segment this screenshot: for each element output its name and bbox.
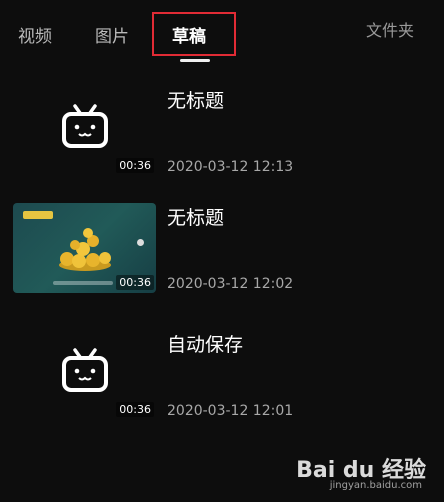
- tab-video[interactable]: 视频: [18, 22, 52, 47]
- draft-date: 2020-03-12 12:13: [167, 159, 294, 175]
- folder-button[interactable]: 文件夹: [366, 17, 414, 41]
- watermark-url: jingyan.baidu.com: [329, 480, 422, 491]
- tab-bar: 视频 图片 草稿 文件夹: [0, 0, 444, 64]
- gold-coins-icon: [59, 228, 111, 271]
- draft-title: 无标题: [167, 207, 225, 229]
- draft-thumbnail: 00:36: [13, 203, 156, 293]
- draft-item[interactable]: 00:36 无标题 2020-03-12 12:02: [0, 203, 444, 313]
- duration-badge: 00:36: [116, 402, 154, 417]
- duration-badge: 00:36: [116, 158, 154, 173]
- cover-dot: [137, 239, 144, 246]
- draft-item[interactable]: 00:36 自动保存 2020-03-12 12:01: [0, 330, 444, 440]
- cover-caption-bar: [53, 281, 113, 285]
- draft-item[interactable]: 00:36 无标题 2020-03-12 12:13: [0, 86, 444, 196]
- draft-title: 自动保存: [167, 334, 244, 356]
- tab-image[interactable]: 图片: [95, 22, 129, 47]
- draft-title: 无标题: [167, 90, 225, 112]
- draft-date: 2020-03-12 12:02: [167, 276, 294, 292]
- bilibili-tv-icon: [62, 348, 108, 392]
- annotation-highlight-box: [152, 12, 236, 56]
- draft-date: 2020-03-12 12:01: [167, 403, 294, 419]
- cover-label: [23, 211, 53, 219]
- draft-thumbnail: 00:36: [13, 330, 156, 420]
- baidu-jingyan-watermark: Bai du 经验 jingyan.baidu.com: [296, 452, 426, 494]
- draft-thumbnail: 00:36: [13, 86, 156, 176]
- duration-badge: 00:36: [116, 275, 154, 290]
- active-tab-indicator: [180, 59, 210, 62]
- bilibili-tv-icon: [62, 104, 108, 148]
